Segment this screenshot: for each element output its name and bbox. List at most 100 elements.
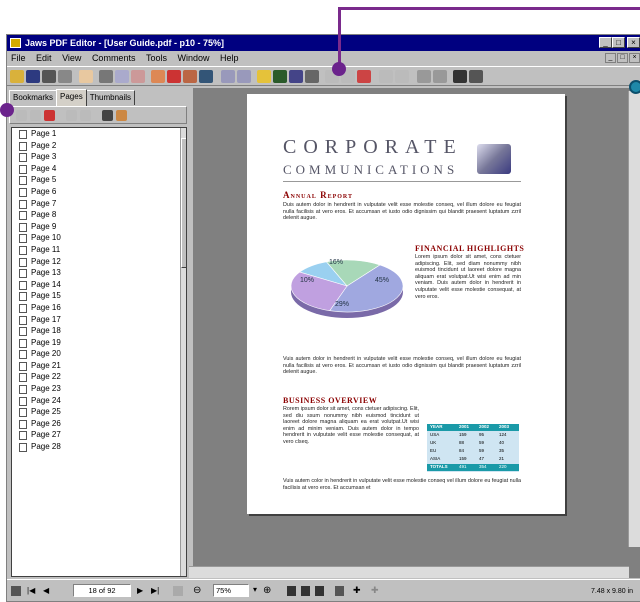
menu-view[interactable]: View bbox=[58, 51, 85, 66]
menu-edit[interactable]: Edit bbox=[32, 51, 56, 66]
copy-icon[interactable] bbox=[115, 70, 129, 83]
rotate-view-icon[interactable] bbox=[335, 586, 344, 596]
document-hscrollbar[interactable] bbox=[189, 566, 629, 578]
continuous-icon[interactable] bbox=[301, 586, 310, 596]
layout-icon[interactable] bbox=[11, 586, 21, 596]
menu-help[interactable]: Help bbox=[216, 51, 243, 66]
back-icon[interactable]: ✚ bbox=[353, 585, 361, 596]
page-list-item[interactable]: Page 4 bbox=[12, 163, 186, 175]
page-delete-icon[interactable] bbox=[44, 110, 55, 121]
page-list-item[interactable]: Page 22 bbox=[12, 371, 186, 383]
single-page-icon[interactable] bbox=[287, 586, 296, 596]
page-find-icon[interactable] bbox=[102, 110, 113, 121]
menu-window[interactable]: Window bbox=[174, 51, 214, 66]
page-list-item[interactable]: Page 5 bbox=[12, 174, 186, 186]
note-icon[interactable] bbox=[257, 70, 271, 83]
maximize-button[interactable]: □ bbox=[612, 37, 625, 48]
page-list-item[interactable]: Page 18 bbox=[12, 325, 186, 337]
bookmark-add-icon[interactable] bbox=[357, 70, 371, 83]
page-list-item[interactable]: Page 27 bbox=[12, 429, 186, 441]
page-nav2-icon[interactable] bbox=[395, 70, 409, 83]
cut-icon[interactable] bbox=[99, 70, 113, 83]
document-scrollbar[interactable] bbox=[628, 91, 640, 547]
page-list-item[interactable]: Page 8 bbox=[12, 209, 186, 221]
page-number-field[interactable]: 18 of 92 bbox=[73, 584, 131, 597]
two-page-icon[interactable] bbox=[417, 70, 431, 83]
forward-icon[interactable]: ✚ bbox=[371, 585, 379, 596]
page-list-item[interactable]: Page 13 bbox=[12, 267, 186, 279]
page-list-item[interactable]: Page 28 bbox=[12, 441, 186, 453]
paste-icon[interactable] bbox=[131, 70, 145, 83]
page-list-item[interactable]: Page 3 bbox=[12, 151, 186, 163]
page-extract-icon[interactable] bbox=[66, 110, 77, 121]
page-nav-icon[interactable] bbox=[379, 70, 393, 83]
find-next-icon[interactable] bbox=[469, 70, 483, 83]
page-list-item[interactable]: Page 2 bbox=[12, 140, 186, 152]
document-view[interactable]: CORPORATE COMMUNICATIONS Annual Report D… bbox=[193, 88, 640, 578]
page-list-item[interactable]: Page 11 bbox=[12, 244, 186, 256]
page-list-item[interactable]: Page 10 bbox=[12, 232, 186, 244]
page-list-item[interactable]: Page 15 bbox=[12, 290, 186, 302]
hand-icon[interactable] bbox=[79, 70, 93, 83]
undo-icon[interactable] bbox=[221, 70, 235, 83]
page-properties-icon[interactable] bbox=[116, 110, 127, 121]
page-list-item[interactable]: Page 7 bbox=[12, 198, 186, 210]
tab-thumbnails[interactable]: Thumbnails bbox=[85, 90, 136, 105]
doc-close-button[interactable]: × bbox=[629, 53, 640, 63]
first-page-icon[interactable]: |◀ bbox=[27, 586, 35, 595]
page-list-scrollbar[interactable] bbox=[180, 128, 186, 576]
last-page-icon[interactable]: ▶| bbox=[151, 586, 159, 595]
prev-page-icon[interactable]: ◀ bbox=[43, 586, 49, 595]
menu-tools[interactable]: Tools bbox=[142, 51, 171, 66]
facing-icon[interactable] bbox=[315, 586, 324, 596]
page-list-item[interactable]: Page 14 bbox=[12, 279, 186, 291]
page-list-item[interactable]: Page 21 bbox=[12, 360, 186, 372]
delete-page-icon[interactable] bbox=[167, 70, 181, 83]
page-replace-icon[interactable] bbox=[80, 110, 91, 121]
find-icon[interactable] bbox=[453, 70, 467, 83]
open-icon[interactable] bbox=[10, 70, 24, 83]
doc-minimize-button[interactable]: _ bbox=[605, 53, 616, 63]
zoom-in-icon[interactable]: ⊕ bbox=[263, 585, 271, 596]
underline-icon[interactable] bbox=[289, 70, 303, 83]
zoom-out-icon[interactable]: ⊖ bbox=[193, 585, 201, 596]
page-list-item[interactable]: Page 26 bbox=[12, 418, 186, 430]
zoom-dropdown-icon[interactable]: ▾ bbox=[253, 585, 257, 594]
app-icon[interactable] bbox=[10, 38, 21, 48]
tab-bookmarks[interactable]: Bookmarks bbox=[9, 90, 58, 105]
redo-icon[interactable] bbox=[237, 70, 251, 83]
spell-icon[interactable] bbox=[305, 70, 319, 83]
page-list-item[interactable]: Page 20 bbox=[12, 348, 186, 360]
page-move-icon[interactable] bbox=[30, 110, 41, 121]
pdf-page[interactable]: CORPORATE COMMUNICATIONS Annual Report D… bbox=[247, 94, 565, 514]
insert-page-icon[interactable] bbox=[151, 70, 165, 83]
page-list-item[interactable]: Page 9 bbox=[12, 221, 186, 233]
pencil-icon[interactable] bbox=[273, 70, 287, 83]
page-list-item[interactable]: Page 17 bbox=[12, 314, 186, 326]
save-icon[interactable] bbox=[26, 70, 40, 83]
zoom-field[interactable]: 75% bbox=[213, 584, 249, 597]
tab-pages[interactable]: Pages bbox=[56, 89, 87, 106]
crop-icon[interactable] bbox=[199, 70, 213, 83]
minimize-button[interactable]: _ bbox=[599, 37, 612, 48]
select-tool-icon[interactable] bbox=[173, 586, 183, 596]
next-page-icon[interactable]: ▶ bbox=[137, 586, 143, 595]
page-list-item[interactable]: Page 16 bbox=[12, 302, 186, 314]
page-insert-icon[interactable] bbox=[16, 110, 27, 121]
print-icon[interactable] bbox=[42, 70, 56, 83]
menu-file[interactable]: File bbox=[7, 51, 30, 66]
page-list-item[interactable]: Page 1 bbox=[12, 128, 186, 140]
page-list-item[interactable]: Page 24 bbox=[12, 395, 186, 407]
page-list-item[interactable]: Page 19 bbox=[12, 337, 186, 349]
print-preview-icon[interactable] bbox=[58, 70, 72, 83]
doc-restore-button[interactable]: □ bbox=[617, 53, 628, 63]
page-list-item[interactable]: Page 6 bbox=[12, 186, 186, 198]
title-bar[interactable]: Jaws PDF Editor - [User Guide.pdf - p10 … bbox=[7, 35, 640, 51]
page-list-item[interactable]: Page 25 bbox=[12, 406, 186, 418]
page-list-scroll-thumb[interactable] bbox=[181, 138, 186, 268]
page-list-item[interactable]: Page 12 bbox=[12, 256, 186, 268]
page-list-item[interactable]: Page 23 bbox=[12, 383, 186, 395]
close-button[interactable]: × bbox=[627, 37, 640, 48]
rotate-page-icon[interactable] bbox=[183, 70, 197, 83]
menu-comments[interactable]: Comments bbox=[88, 51, 140, 66]
